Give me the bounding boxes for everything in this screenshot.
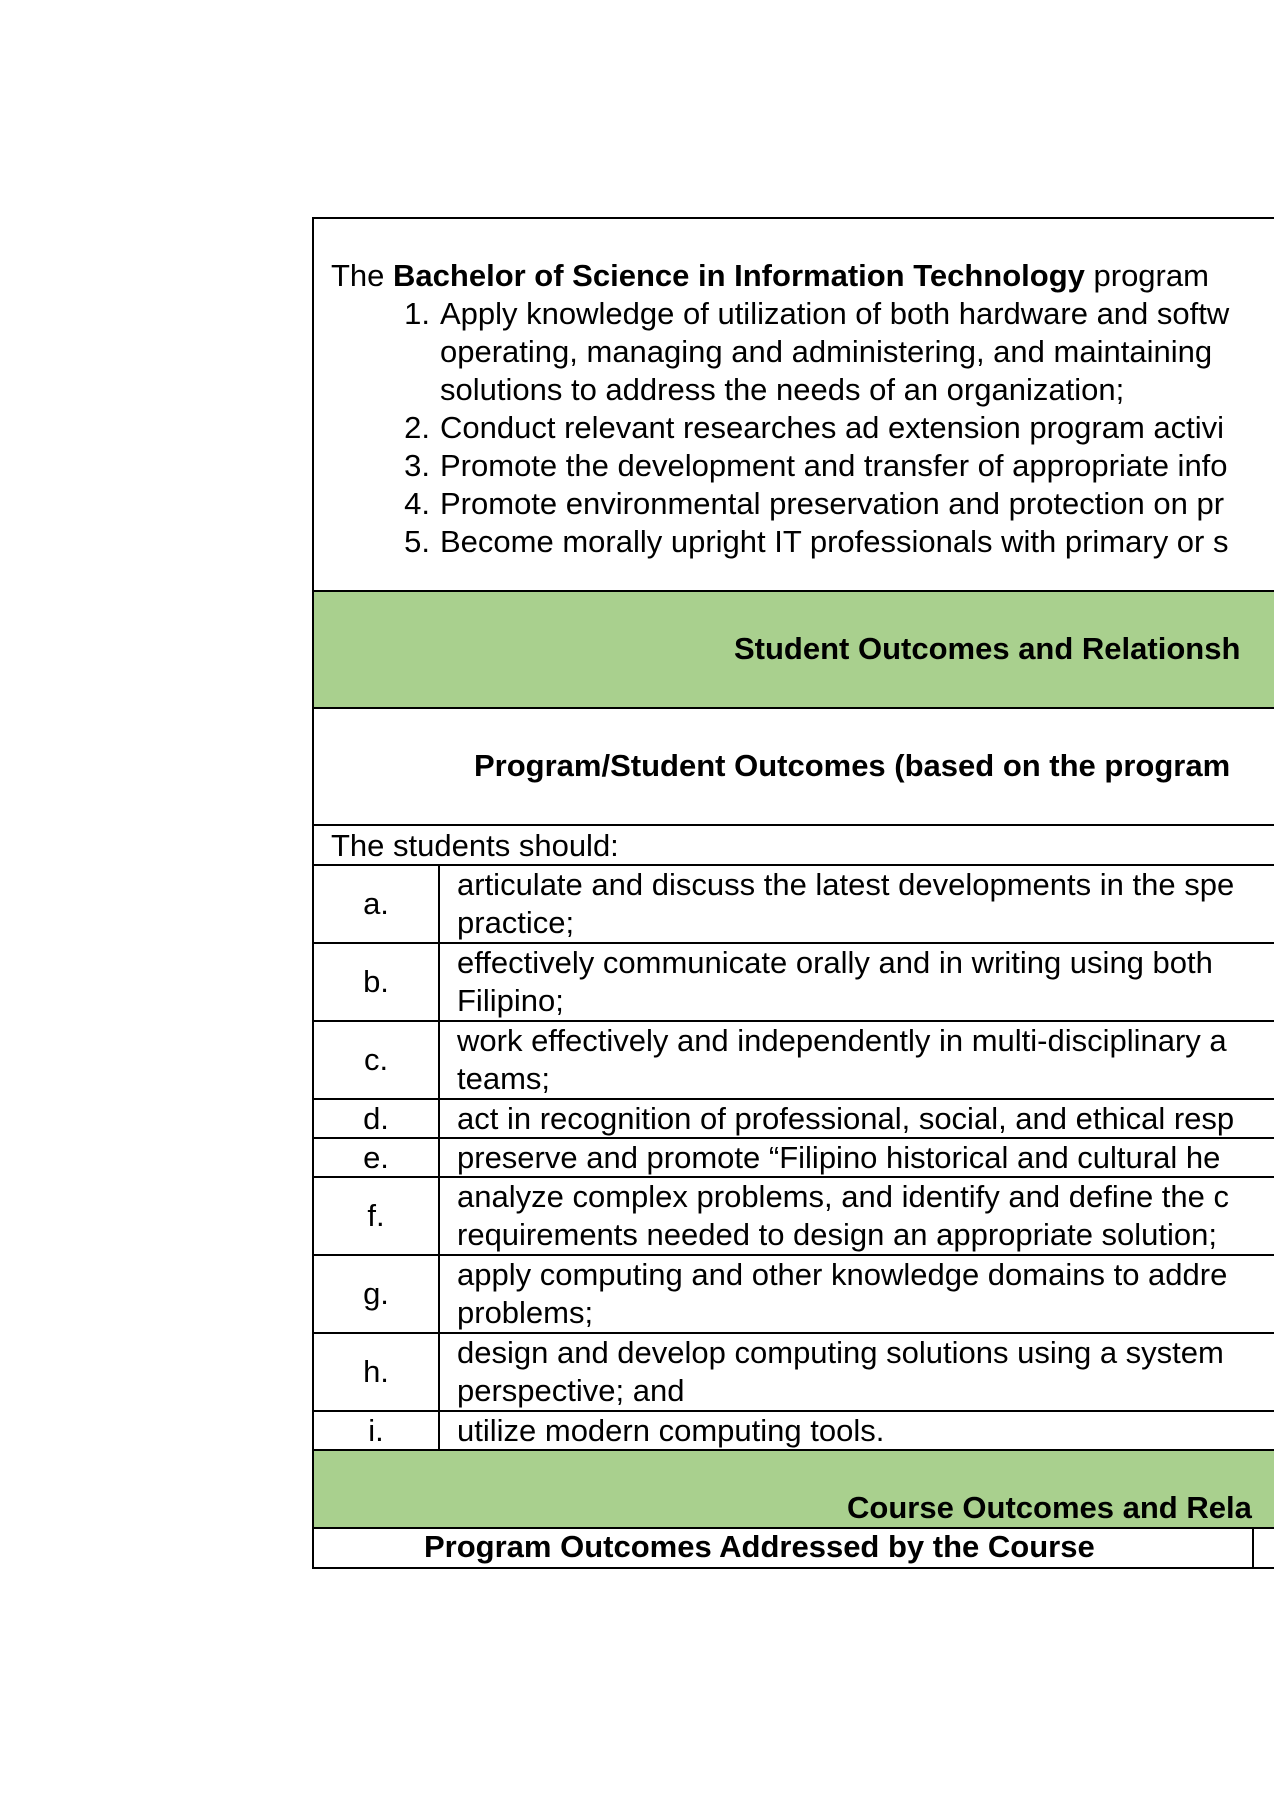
course-outcomes-heading: Course Outcomes and Rela [847,1490,1252,1525]
outcome-letter: a. [314,866,440,942]
outcome-text: work effectively and independently in mu… [457,1023,1227,1096]
course-outcomes-header-row: Program Outcomes Addressed by the Course [314,1529,1274,1567]
objective-item: 5. Become morally upright IT professiona… [404,524,1229,559]
outcome-text: act in recognition of professional, soci… [457,1101,1235,1136]
outcome-letter: e. [314,1139,440,1176]
objective-item: 4. Promote environmental preservation an… [404,486,1225,521]
outcome-text: effectively communicate orally and in wr… [457,945,1213,1018]
objective-item: 2. Conduct relevant researches ad extens… [404,410,1225,445]
outcome-row-i: i. utilize modern computing tools. [314,1412,1274,1451]
outcome-letter: i. [314,1412,440,1449]
course-outcomes-band: Course Outcomes and Rela [314,1451,1274,1529]
outcome-row-d: d. act in recognition of professional, s… [314,1100,1274,1139]
objective-item: 1. Apply knowledge of utilization of bot… [404,296,1230,407]
outcome-text: apply computing and other knowledge doma… [457,1257,1228,1330]
program-intro: The Bachelor of Science in Information T… [331,258,1209,293]
outcome-row-f: f. analyze complex problems, and identif… [314,1178,1274,1256]
outcome-letter: c. [314,1022,440,1098]
outcome-text: design and develop computing solutions u… [457,1335,1224,1408]
outcome-row-b: b. effectively communicate orally and in… [314,944,1274,1022]
outcome-text: utilize modern computing tools. [457,1413,885,1448]
student-outcomes-band: Student Outcomes and Relationsh [314,592,1274,709]
outcome-text: analyze complex problems, and identify a… [457,1179,1230,1252]
student-outcomes-heading: Student Outcomes and Relationsh [734,631,1241,666]
outcome-letter: d. [314,1100,440,1137]
outcome-letter: f. [314,1178,440,1254]
document-page: The Bachelor of Science in Information T… [0,0,1274,1800]
syllabus-table: The Bachelor of Science in Information T… [312,217,1274,1569]
objective-item: 3. Promote the development and transfer … [404,448,1228,483]
students-should-label: The students should: [331,828,619,863]
program-outcomes-header: Program/Student Outcomes (based on the p… [314,709,1274,826]
outcome-row-a: a. articulate and discuss the latest dev… [314,866,1274,944]
program-outcomes-heading: Program/Student Outcomes (based on the p… [474,748,1231,783]
outcome-row-h: h. design and develop computing solution… [314,1334,1274,1412]
outcome-row-e: e. preserve and promote “Filipino histor… [314,1139,1274,1178]
outcome-text: preserve and promote “Filipino historica… [457,1140,1221,1175]
students-should-row: The students should: [314,826,1274,866]
program-outcomes-addressed-cell: Program Outcomes Addressed by the Course [314,1529,1254,1567]
objectives-list: 1. Apply knowledge of utilization of bot… [314,295,1274,561]
program-outcomes-addressed-label: Program Outcomes Addressed by the Course [424,1529,1095,1564]
outcome-letter: h. [314,1334,440,1410]
program-objectives-section: The Bachelor of Science in Information T… [314,219,1274,592]
outcome-row-g: g. apply computing and other knowledge d… [314,1256,1274,1334]
course-outcomes-header-cell [1254,1529,1274,1567]
outcome-letter: b. [314,944,440,1020]
outcome-text: articulate and discuss the latest develo… [457,867,1235,940]
outcome-letter: g. [314,1256,440,1332]
outcome-row-c: c. work effectively and independently in… [314,1022,1274,1100]
